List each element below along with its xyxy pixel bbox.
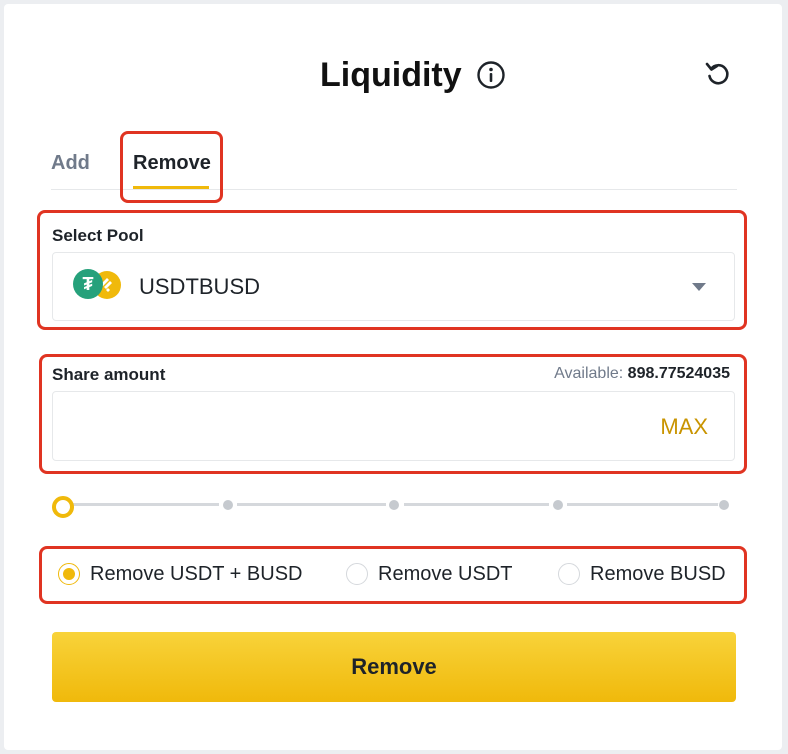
- option-label: Remove USDT + BUSD: [90, 562, 303, 585]
- slider-mark-25[interactable]: [222, 499, 234, 511]
- slider-segment: [404, 503, 549, 506]
- radio-button[interactable]: [558, 563, 580, 585]
- slider-segment: [237, 503, 386, 506]
- info-icon[interactable]: [476, 60, 506, 90]
- tab-remove[interactable]: Remove: [133, 150, 211, 176]
- slider-handle[interactable]: [52, 496, 74, 518]
- remove-button[interactable]: Remove: [52, 632, 736, 702]
- option-remove-busd[interactable]: Remove BUSD: [558, 560, 726, 588]
- max-button[interactable]: MAX: [660, 414, 708, 440]
- option-remove-both[interactable]: Remove USDT + BUSD: [58, 560, 302, 588]
- option-remove-usdt[interactable]: Remove USDT: [346, 560, 512, 588]
- select-pool-label: Select Pool: [52, 226, 144, 245]
- slider-mark-75[interactable]: [552, 499, 564, 511]
- tab-add[interactable]: Add: [51, 150, 90, 176]
- option-label: Remove BUSD: [590, 562, 726, 585]
- pool-select[interactable]: ₮ USDTBUSD: [52, 252, 735, 321]
- usdt-coin-icon: ₮: [73, 269, 103, 299]
- share-slider[interactable]: [62, 499, 730, 511]
- tabs-divider: [51, 189, 737, 190]
- radio-button[interactable]: [346, 563, 368, 585]
- refresh-icon[interactable]: [703, 59, 733, 89]
- header: Liquidity: [0, 50, 788, 100]
- share-amount-input[interactable]: MAX: [52, 391, 735, 461]
- available-balance: Available: 898.77524035: [554, 365, 730, 383]
- page-title: Liquidity: [320, 55, 462, 94]
- option-label: Remove USDT: [378, 562, 513, 585]
- share-amount-label: Share amount: [52, 365, 166, 384]
- available-label: Available:: [554, 365, 624, 382]
- chevron-down-icon: [692, 283, 706, 291]
- radio-button[interactable]: [58, 563, 80, 585]
- slider-segment: [68, 503, 219, 506]
- slider-mark-100[interactable]: [718, 499, 730, 511]
- available-value: 898.77524035: [627, 365, 730, 382]
- slider-segment: [567, 503, 719, 506]
- slider-mark-50[interactable]: [388, 499, 400, 511]
- selected-pool: USDTBUSD: [139, 274, 261, 299]
- usdt-coin-symbol: ₮: [82, 273, 94, 294]
